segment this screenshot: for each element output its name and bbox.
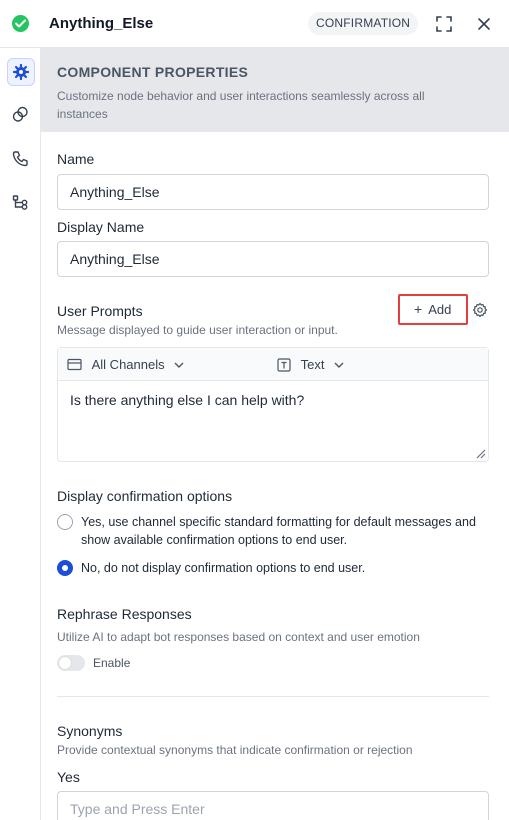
- format-label: Text: [300, 357, 325, 373]
- rephrase-label: Rephrase Responses: [57, 606, 192, 622]
- name-label: Name: [57, 151, 95, 167]
- display-name-input[interactable]: Anything_Else: [57, 241, 489, 277]
- chevron-down-icon: [174, 362, 184, 368]
- divider: [57, 696, 489, 697]
- rephrase-toggle[interactable]: [57, 655, 85, 671]
- expand-icon[interactable]: [434, 14, 454, 34]
- rail-voice[interactable]: [7, 145, 35, 173]
- channel-dropdown[interactable]: All Channels: [67, 356, 184, 373]
- synonyms-label: Synonyms: [57, 723, 123, 739]
- user-prompts-description: Message displayed to guide user interact…: [57, 323, 338, 337]
- format-dropdown[interactable]: Text: [277, 356, 344, 373]
- yes-synonyms-label: Yes: [57, 769, 80, 785]
- radio-hide-options-label: No, do not display confirmation options …: [81, 561, 366, 575]
- node-title: Anything_Else: [49, 15, 154, 32]
- rail-flow[interactable]: [7, 189, 35, 217]
- close-icon[interactable]: [474, 14, 494, 34]
- rail-settings[interactable]: [7, 58, 35, 86]
- prompt-editor: All Channels Text Is there anything else…: [57, 347, 489, 462]
- yes-synonyms-input[interactable]: Type and Press Enter: [57, 791, 489, 820]
- add-button-label: Add: [428, 302, 452, 317]
- display-name-label: Display Name: [57, 219, 145, 235]
- resize-handle-icon[interactable]: [474, 447, 486, 459]
- add-prompt-button[interactable]: + Add: [398, 294, 468, 325]
- plus-icon: +: [414, 301, 423, 317]
- rephrase-toggle-label: Enable: [93, 656, 131, 670]
- phone-icon: [12, 151, 28, 167]
- gear-icon: [13, 64, 29, 80]
- radio-hide-options[interactable]: [57, 560, 73, 576]
- card-icon: [67, 358, 82, 371]
- prompt-text[interactable]: Is there anything else I can help with?: [70, 392, 304, 408]
- channel-label: All Channels: [91, 357, 165, 373]
- radio-show-options[interactable]: [57, 514, 73, 530]
- flow-icon: [12, 195, 28, 210]
- text-icon: [277, 357, 291, 372]
- check-circle-icon: [12, 15, 29, 32]
- confirmation-options-label: Display confirmation options: [57, 488, 233, 504]
- node-type-badge: CONFIRMATION: [308, 12, 419, 35]
- radio-show-options-label: Yes, use channel specific standard forma…: [81, 515, 476, 547]
- panel-header: Anything_Else CONFIRMATION: [0, 0, 509, 48]
- synonyms-description: Provide contextual synonyms that indicat…: [57, 743, 413, 757]
- user-prompts-label: User Prompts: [57, 303, 143, 319]
- rail-connections[interactable]: [7, 101, 35, 129]
- name-input[interactable]: Anything_Else: [57, 174, 489, 210]
- link-icon: [12, 106, 28, 122]
- prompt-settings-icon[interactable]: [472, 302, 488, 318]
- properties-panel: COMPONENT PROPERTIES Customize node beha…: [41, 48, 509, 820]
- rephrase-description: Utilize AI to adapt bot responses based …: [57, 630, 420, 644]
- chevron-down-icon: [334, 362, 344, 368]
- left-rail: [0, 48, 41, 820]
- editor-toolbar: All Channels Text: [58, 348, 488, 381]
- section-description: Customize node behavior and user interac…: [57, 89, 425, 121]
- component-properties-header: COMPONENT PROPERTIES Customize node beha…: [41, 48, 509, 132]
- section-title: COMPONENT PROPERTIES: [57, 64, 249, 80]
